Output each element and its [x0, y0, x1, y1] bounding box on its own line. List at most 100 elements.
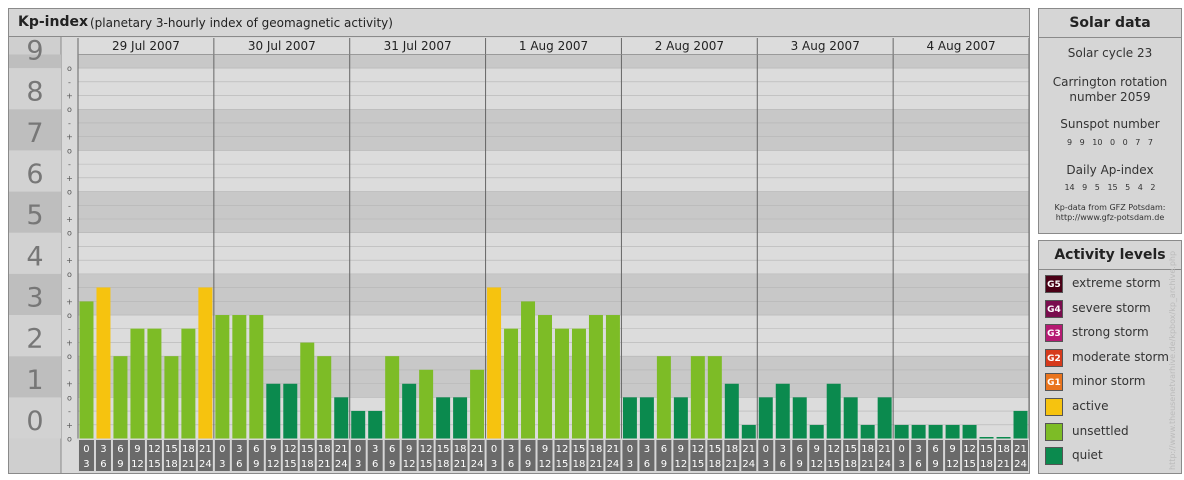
hour-start-label: 9 [678, 444, 684, 455]
hour-start-label: 18 [725, 444, 738, 455]
legend-label: active [1072, 399, 1109, 413]
kp-bar [622, 397, 637, 439]
hour-start-label: 18 [861, 444, 874, 455]
kp-bar [96, 287, 111, 439]
hour-end-label: 6 [915, 459, 921, 470]
legend-swatch: G3 [1045, 324, 1063, 343]
hour-start-label: 15 [708, 444, 721, 455]
hour-end-label: 15 [691, 459, 704, 470]
kp-bar [249, 315, 264, 439]
hour-end-label: 6 [100, 459, 106, 470]
hour-end-label: 21 [318, 459, 331, 470]
hour-end-label: 9 [797, 459, 803, 470]
legend-label: moderate storm [1072, 349, 1169, 364]
day-label: 2 Aug 2007 [655, 39, 724, 53]
y-minor-label: + [66, 92, 73, 101]
legend-label: quiet [1072, 448, 1103, 463]
hour-end-label: 18 [301, 459, 314, 470]
kp-bar [402, 383, 417, 439]
kp-band-4 [78, 232, 1029, 274]
hour-start-label: 0 [219, 444, 225, 455]
hour-end-label: 15 [148, 459, 161, 470]
y-minor-label: - [68, 78, 71, 87]
kp-bar [792, 397, 807, 439]
hour-start-label: 3 [508, 444, 514, 455]
kp-bar [605, 315, 620, 439]
y-minor-label: + [66, 297, 73, 306]
hour-end-label: 15 [420, 459, 433, 470]
hour-end-label: 12 [946, 459, 959, 470]
chart-header: Kp-index (planetary 3-hourly index of ge… [9, 9, 1029, 37]
legend-label: extreme storm [1072, 276, 1161, 290]
hour-start-label: 0 [627, 444, 633, 455]
kp-bar [945, 424, 960, 439]
kp-bar-zero [996, 437, 1011, 439]
kp-bar [147, 328, 162, 439]
y-minor-label: o [67, 270, 72, 279]
hour-start-label: 3 [236, 444, 242, 455]
hour-end-label: 12 [539, 459, 552, 470]
carrington-rotation-line2: number 2059 [1069, 90, 1151, 104]
kp-bar [707, 356, 722, 439]
kp-bar [639, 397, 654, 439]
kp-bar [538, 315, 552, 439]
y-axis-label: 2 [26, 324, 43, 355]
hour-end-label: 21 [454, 459, 467, 470]
ap-index-values: 14 9 5 15 5 4 2 [1064, 183, 1156, 192]
y-axis-label: 1 [26, 365, 43, 396]
hour-start-label: 0 [83, 444, 89, 455]
kp-band-6 [78, 150, 1029, 192]
legend-label: minor storm [1072, 374, 1146, 389]
y-minor-label: + [66, 174, 73, 183]
hour-start-label: 6 [117, 444, 123, 455]
y-minor-label: o [67, 146, 72, 155]
day-label: 4 Aug 2007 [926, 39, 995, 53]
y-minor-label: o [67, 435, 72, 444]
y-minor-label: o [67, 229, 72, 238]
hour-end-label: 21 [861, 459, 874, 470]
y-minor-label: - [68, 242, 71, 251]
hour-end-label: 6 [236, 459, 242, 470]
hour-end-label: 15 [827, 459, 840, 470]
legend-item-moderate-storm: G2 moderate storm [1045, 348, 1179, 368]
kp-band-8 [78, 68, 1029, 110]
hour-end-label: 12 [403, 459, 416, 470]
day-label: 31 Jul 2007 [384, 39, 452, 53]
y-minor-label: + [66, 256, 73, 265]
kp-bar [266, 383, 281, 439]
hour-end-label: 24 [607, 459, 620, 470]
kp-bar [656, 356, 671, 439]
sunspot-values: 9 9 10 0 0 7 7 [1067, 138, 1153, 147]
hour-end-label: 3 [355, 459, 361, 470]
kp-bar [775, 383, 790, 439]
solar-cycle: Solar cycle 23 [1067, 46, 1153, 60]
hour-start-label: 9 [134, 444, 140, 455]
hour-start-label: 15 [301, 444, 314, 455]
hour-start-label: 9 [814, 444, 820, 455]
y-minor-label: + [66, 338, 73, 347]
legend-label: severe storm [1072, 300, 1151, 315]
hour-end-label: 15 [284, 459, 297, 470]
y-minor-label: - [68, 119, 71, 128]
y-minor-label: - [68, 160, 71, 169]
hour-start-label: 21 [199, 444, 212, 455]
hour-start-label: 15 [980, 444, 993, 455]
y-minor-label: o [67, 311, 72, 320]
legend-swatch: G4 [1045, 299, 1063, 318]
kp-bar [368, 410, 383, 439]
hour-end-label: 12 [810, 459, 823, 470]
hour-end-label: 9 [117, 459, 123, 470]
kp-bar [198, 287, 213, 439]
legend-item-minor-storm: G1 minor storm [1045, 372, 1179, 392]
kp-bar [962, 424, 977, 439]
kp-bar [741, 424, 756, 439]
hour-end-label: 18 [437, 459, 450, 470]
hour-start-label: 9 [949, 444, 955, 455]
legend-swatch: G1 [1045, 373, 1063, 392]
legend-item-strong-storm: G3 strong storm [1045, 323, 1179, 343]
legend-swatch: G2 [1045, 348, 1063, 367]
hour-start-label: 6 [525, 444, 531, 455]
y-axis-label: 7 [26, 118, 43, 149]
hour-end-label: 3 [763, 459, 769, 470]
hour-end-label: 6 [372, 459, 378, 470]
